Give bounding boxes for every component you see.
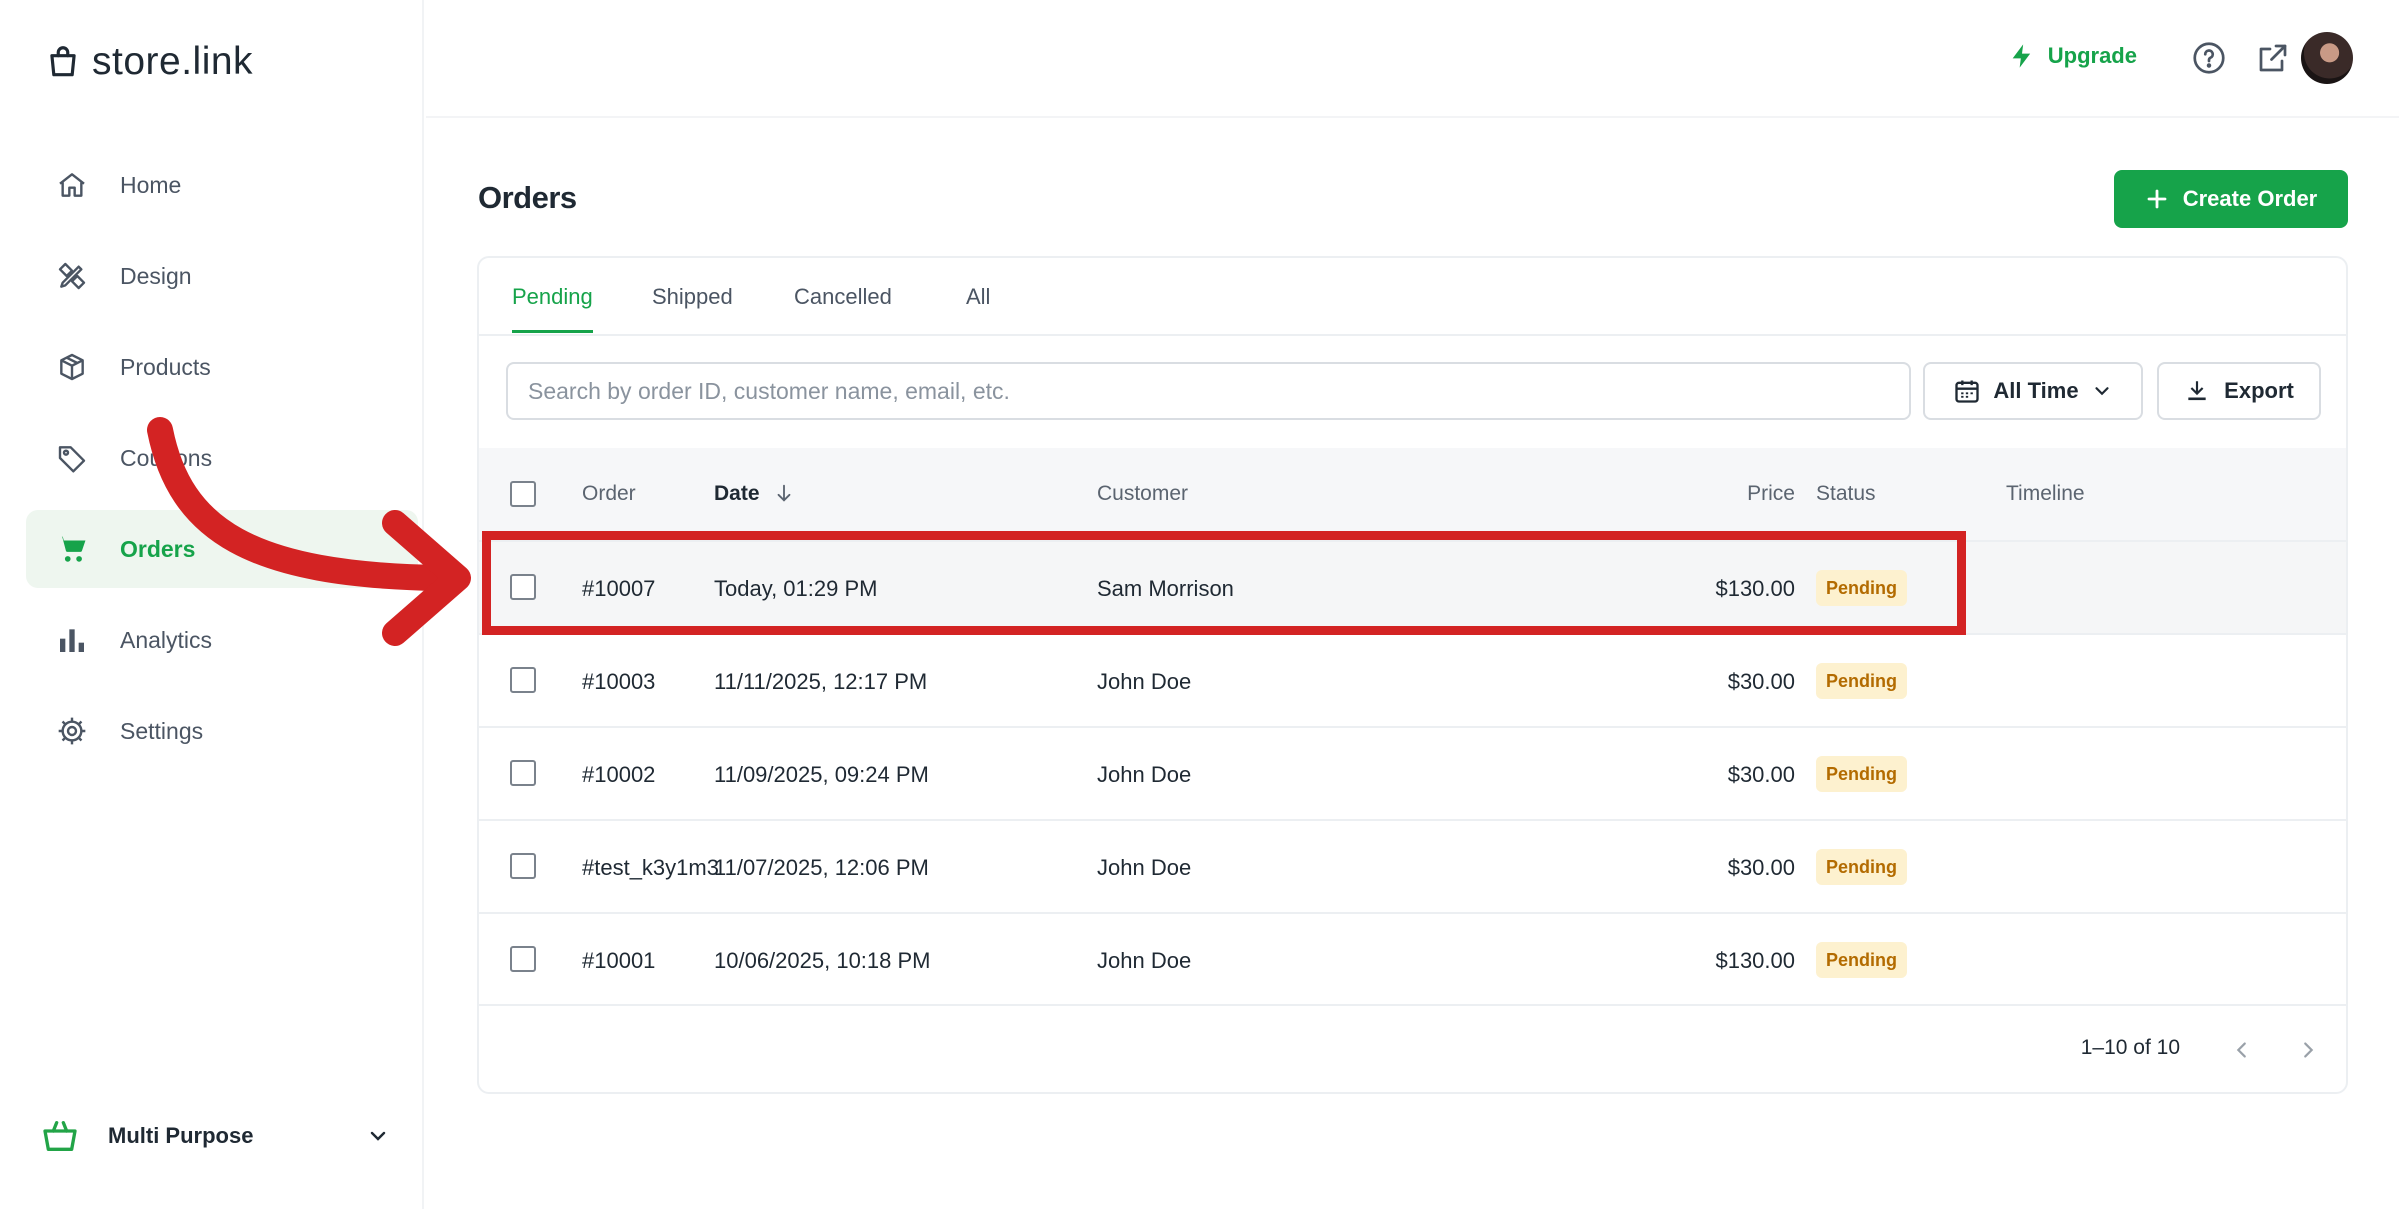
column-date[interactable]: Date bbox=[714, 482, 795, 506]
design-tools-icon bbox=[54, 258, 90, 294]
tag-icon bbox=[54, 440, 90, 476]
customer-name: John Doe bbox=[1097, 855, 1192, 880]
topbar: Upgrade bbox=[426, 0, 2399, 118]
tab-shipped[interactable]: Shipped bbox=[652, 284, 733, 330]
select-all-checkbox[interactable] bbox=[510, 481, 536, 507]
chevron-down-icon bbox=[370, 1131, 386, 1141]
logo-text: store.link bbox=[92, 40, 254, 83]
create-order-button[interactable]: Create Order bbox=[2114, 170, 2348, 228]
shopping-bag-icon bbox=[50, 46, 76, 77]
annotation-arrow-icon bbox=[147, 417, 471, 646]
store-name: Multi Purpose bbox=[108, 1123, 254, 1148]
cart-icon bbox=[54, 531, 90, 567]
row-checkbox[interactable] bbox=[510, 946, 536, 972]
order-price: $30.00 bbox=[1727, 762, 1795, 787]
page-title: Orders bbox=[478, 180, 577, 215]
lightning-icon bbox=[2012, 44, 2030, 68]
date-filter-dropdown[interactable]: All Time bbox=[1923, 362, 2143, 420]
export-button[interactable]: Export bbox=[2157, 362, 2321, 420]
customer-name: John Doe bbox=[1097, 669, 1192, 694]
logo[interactable]: store.link bbox=[44, 40, 253, 84]
order-id: #10002 bbox=[582, 762, 656, 787]
tab-pending[interactable]: Pending bbox=[512, 284, 593, 333]
chevron-left-icon bbox=[2236, 1042, 2246, 1058]
status-badge: Pending bbox=[1816, 756, 1907, 792]
sidebar-item-label: Home bbox=[120, 171, 182, 198]
export-label: Export bbox=[2224, 378, 2294, 403]
external-link-icon[interactable] bbox=[2255, 40, 2291, 76]
bar-chart-icon bbox=[54, 622, 90, 658]
sidebar-item-label: Products bbox=[120, 353, 211, 380]
search-input[interactable] bbox=[506, 362, 1911, 420]
table-row[interactable]: #10002 11/09/2025, 09:24 PM John Doe $30… bbox=[479, 726, 2346, 819]
arrow-down-icon bbox=[777, 484, 791, 502]
help-circle-icon[interactable] bbox=[2191, 40, 2227, 76]
order-id: #10003 bbox=[582, 669, 656, 694]
order-id: #test_k3y1m3 bbox=[582, 855, 719, 880]
column-timeline: Timeline bbox=[2006, 482, 2085, 505]
gear-icon bbox=[54, 713, 90, 749]
status-badge: Pending bbox=[1816, 942, 1907, 978]
sidebar-item-label: Settings bbox=[120, 717, 204, 744]
order-date: 11/11/2025, 12:17 PM bbox=[714, 669, 928, 694]
plus-icon bbox=[2147, 189, 2167, 209]
chevron-down-icon bbox=[2094, 387, 2109, 396]
store-switcher[interactable]: Multi Purpose bbox=[40, 1110, 390, 1162]
calendar-icon bbox=[1955, 380, 1980, 403]
upgrade-label: Upgrade bbox=[2047, 43, 2137, 68]
annotation-highlight-box bbox=[482, 531, 1966, 635]
customer-name: John Doe bbox=[1097, 762, 1192, 787]
tab-cancelled[interactable]: Cancelled bbox=[794, 284, 892, 330]
column-price[interactable]: Price bbox=[1675, 482, 1795, 506]
orders-card: Pending Shipped Cancelled All All Time E… bbox=[477, 256, 2348, 1094]
order-tabs: Pending Shipped Cancelled All bbox=[479, 258, 2346, 336]
sidebar-item-home[interactable]: Home bbox=[26, 146, 418, 224]
upgrade-link[interactable]: Upgrade bbox=[2008, 42, 2137, 70]
column-customer[interactable]: Customer bbox=[1097, 482, 1188, 506]
table-row[interactable]: #10001 10/06/2025, 10:18 PM John Doe $13… bbox=[479, 912, 2346, 1005]
table-header: Order Date Customer Price Status Timelin… bbox=[479, 448, 2346, 540]
sidebar-item-design[interactable]: Design bbox=[26, 237, 418, 315]
order-date: 11/07/2025, 12:06 PM bbox=[714, 855, 929, 880]
order-price: $30.00 bbox=[1727, 855, 1795, 880]
sidebar-item-products[interactable]: Products bbox=[26, 328, 418, 406]
order-date: 10/06/2025, 10:18 PM bbox=[714, 948, 931, 973]
table-row[interactable]: #test_k3y1m3 11/07/2025, 12:06 PM John D… bbox=[479, 819, 2346, 912]
create-order-label: Create Order bbox=[2182, 186, 2318, 211]
customer-name: John Doe bbox=[1097, 948, 1192, 973]
column-status[interactable]: Status bbox=[1816, 482, 1876, 506]
next-page-button[interactable] bbox=[2290, 1032, 2326, 1068]
row-checkbox[interactable] bbox=[510, 853, 536, 879]
pagination-range: 1–10 of 10 bbox=[2080, 1036, 2180, 1059]
avatar[interactable] bbox=[2301, 32, 2353, 84]
order-price: $130.00 bbox=[1715, 948, 1795, 973]
column-order[interactable]: Order bbox=[582, 482, 636, 506]
row-checkbox[interactable] bbox=[510, 760, 536, 786]
previous-page-button[interactable] bbox=[2224, 1032, 2260, 1068]
tab-all[interactable]: All bbox=[966, 284, 990, 330]
order-price: $30.00 bbox=[1727, 669, 1795, 694]
column-date-label: Date bbox=[714, 482, 760, 505]
download-icon bbox=[2188, 381, 2206, 401]
sidebar-item-settings[interactable]: Settings bbox=[26, 692, 418, 770]
date-filter-label: All Time bbox=[1993, 378, 2079, 403]
order-date: 11/09/2025, 09:24 PM bbox=[714, 762, 929, 787]
shopping-bag-icon bbox=[43, 1121, 77, 1151]
status-badge: Pending bbox=[1816, 663, 1907, 699]
order-id: #10001 bbox=[582, 948, 656, 973]
status-badge: Pending bbox=[1816, 849, 1907, 885]
chevron-right-icon bbox=[2304, 1042, 2314, 1058]
sidebar-item-label: Design bbox=[120, 262, 192, 289]
row-checkbox[interactable] bbox=[510, 667, 536, 693]
box-icon bbox=[54, 349, 90, 385]
table-row[interactable]: #10003 11/11/2025, 12:17 PM John Doe $30… bbox=[479, 633, 2346, 726]
pagination: 1–10 of 10 bbox=[479, 1004, 2346, 1092]
home-icon bbox=[54, 167, 90, 203]
